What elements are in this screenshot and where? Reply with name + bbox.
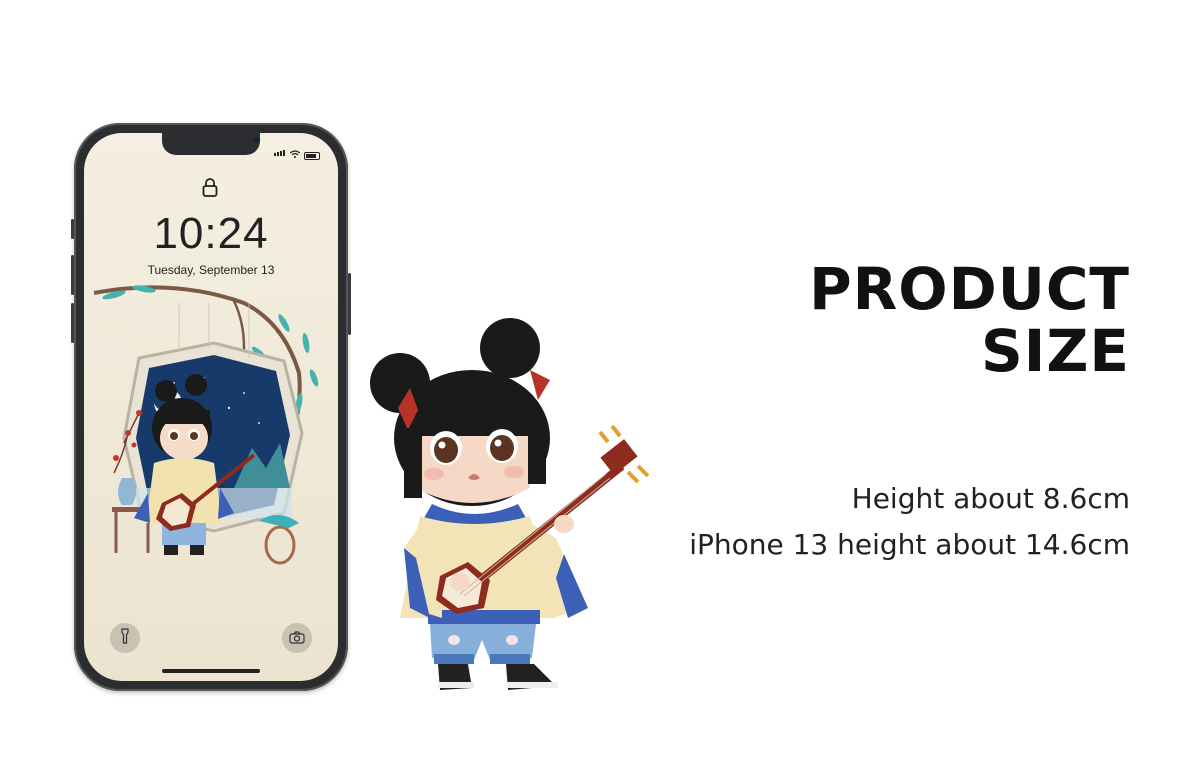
- volume-down-button: [71, 303, 74, 343]
- signal-icon: [274, 141, 286, 160]
- notch: [162, 133, 260, 155]
- power-button: [348, 273, 351, 335]
- phone-height-spec: iPhone 13 height about 14.6cm: [689, 528, 1130, 561]
- lock-screen-time: 10:24: [153, 209, 269, 258]
- lock-screen: 10:24 Tuesday, September 13: [84, 133, 338, 681]
- page-title: PRODUCT SIZE: [809, 258, 1130, 382]
- iphone-13-mockup: 10:24 Tuesday, September 13: [71, 123, 351, 691]
- wallpaper-illustration: [93, 285, 319, 565]
- front-camera: [254, 137, 260, 143]
- camera-icon: [289, 629, 305, 648]
- volume-up-button: [71, 255, 74, 295]
- flashlight-button[interactable]: [110, 623, 140, 653]
- lock-screen-date: Tuesday, September 13: [147, 263, 275, 277]
- wifi-icon: [289, 150, 301, 160]
- figure-height-spec: Height about 8.6cm: [851, 482, 1130, 515]
- mute-switch: [71, 219, 74, 239]
- title-line-size: SIZE: [980, 317, 1130, 385]
- flashlight-icon: [120, 628, 130, 648]
- home-indicator: [162, 669, 260, 673]
- title-line-product: PRODUCT: [809, 255, 1130, 323]
- battery-icon: [304, 152, 320, 160]
- camera-button[interactable]: [282, 623, 312, 653]
- lock-icon: [202, 177, 218, 201]
- status-bar: [274, 141, 320, 160]
- figurine-image: [370, 318, 650, 690]
